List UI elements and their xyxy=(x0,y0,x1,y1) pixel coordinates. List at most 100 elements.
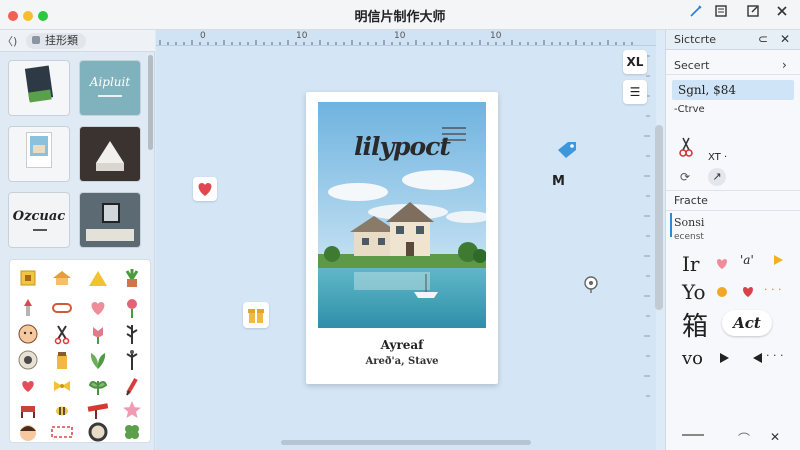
sticker-heart-icon[interactable] xyxy=(86,296,110,320)
dot-icon[interactable] xyxy=(716,286,728,301)
sticker-branch-icon[interactable] xyxy=(120,322,144,346)
font-sample-act[interactable]: Act xyxy=(722,310,772,336)
sticker-triangle-icon[interactable] xyxy=(86,266,110,290)
heart-filled-icon[interactable] xyxy=(740,284,756,301)
play-black-icon[interactable] xyxy=(718,352,730,367)
sticker-bee-icon[interactable] xyxy=(50,398,74,422)
back-button[interactable]: 〈) xyxy=(2,33,17,49)
font-sample-3[interactable]: 箱 xyxy=(682,306,708,343)
sticker-leaves-icon[interactable] xyxy=(86,348,110,372)
sticker-pencil-icon[interactable] xyxy=(120,374,144,398)
more-dots-icon[interactable]: · · · xyxy=(766,350,783,361)
thumb-line xyxy=(98,95,122,97)
tag-sticker[interactable] xyxy=(554,140,578,160)
tool-label: XT · xyxy=(708,152,728,163)
sticker-jar-icon[interactable] xyxy=(50,348,74,372)
sticker-pin-icon[interactable] xyxy=(16,296,40,320)
sticker-house-icon[interactable] xyxy=(50,266,74,290)
sticker-chair-icon[interactable] xyxy=(16,398,40,422)
sticker-button-icon[interactable] xyxy=(16,348,40,372)
font-sample-1[interactable]: Ir xyxy=(682,252,699,276)
template-thumb-4[interactable] xyxy=(80,127,140,181)
sticker-small-heart-icon[interactable] xyxy=(16,374,40,398)
cursor-tool-icon[interactable]: ↗ xyxy=(708,168,726,186)
thumb-card xyxy=(27,133,51,167)
sticker-star-icon[interactable] xyxy=(120,398,144,422)
sticker-dashed-frame-icon[interactable] xyxy=(50,420,74,444)
sticker-flower-icon[interactable] xyxy=(120,296,144,320)
edit-icon[interactable] xyxy=(743,4,763,24)
sticker-tulip-icon[interactable] xyxy=(86,322,110,346)
sticker-clover-icon[interactable] xyxy=(120,420,144,444)
postcard-script-title[interactable]: lilypoct xyxy=(354,132,451,161)
sticker-scissors-icon[interactable] xyxy=(50,322,74,346)
font-sample-2[interactable]: Yo xyxy=(682,280,706,304)
sticker-stamp-icon[interactable] xyxy=(16,266,40,290)
ruler-label: 10 xyxy=(394,31,406,41)
rewind-icon[interactable] xyxy=(752,352,764,367)
sticker-circle-icon[interactable] xyxy=(86,420,110,444)
section-select-label[interactable]: Secert xyxy=(674,59,709,72)
sticker-plant-icon[interactable] xyxy=(120,266,144,290)
brush-icon[interactable]: ⌒ xyxy=(738,430,750,447)
right-panel-title: Sictcrte xyxy=(674,33,717,46)
text-tool-button[interactable]: XL xyxy=(623,50,647,74)
play-icon[interactable] xyxy=(772,254,784,269)
sticker-face-icon[interactable] xyxy=(16,322,40,346)
close-icon[interactable] xyxy=(772,4,792,24)
bottom-tool-line[interactable] xyxy=(682,434,704,436)
template-thumb-3[interactable] xyxy=(9,127,69,181)
font-sample-4[interactable]: vo xyxy=(682,348,703,369)
sticker-leaf-pair-icon[interactable] xyxy=(86,374,110,398)
postcard-photo[interactable]: lilypoct xyxy=(318,102,486,328)
active-indicator xyxy=(670,213,672,237)
canvas-area[interactable]: 0 10 10 10 lilypoct Ayreaf Areð'a, Stave… xyxy=(156,30,656,450)
ruler-label: 10 xyxy=(490,31,502,41)
more-icon[interactable]: · · · xyxy=(764,284,781,295)
tab-label: 挂形類 xyxy=(45,34,78,47)
template-thumb-5[interactable]: Ozcuac xyxy=(9,193,69,247)
font-size-sublabel: ecenst xyxy=(674,232,704,242)
location-pin-icon[interactable] xyxy=(583,276,599,294)
thumb-paper xyxy=(96,163,124,171)
font-size-label[interactable]: Sonsi xyxy=(674,216,704,229)
sticker-paperclip-icon[interactable] xyxy=(50,296,74,320)
postcard-subtitle[interactable]: Areð'a, Stave xyxy=(306,356,498,367)
floating-label[interactable]: M xyxy=(552,174,565,189)
sticker-bow-icon[interactable] xyxy=(50,374,74,398)
link-icon[interactable]: ⟳ xyxy=(680,170,690,184)
scissors-tool-icon[interactable] xyxy=(678,136,694,162)
pen-icon[interactable] xyxy=(686,4,706,24)
close-panel-icon[interactable]: ✕ xyxy=(780,32,790,46)
right-panel: Sictcrte ⊂ ✕ Secert › Sgnl, $84 -Ctrve X… xyxy=(665,30,800,450)
right-panel-header: Sictcrte ⊂ ✕ xyxy=(666,30,800,50)
selected-font-field[interactable]: Sgnl, $84 xyxy=(672,80,794,100)
left-tab-bar: 〈) 挂形類 xyxy=(0,30,155,52)
left-scrollbar[interactable] xyxy=(148,55,153,150)
gallery-icon[interactable] xyxy=(711,4,731,24)
heart-icon[interactable] xyxy=(714,256,730,273)
collapse-icon[interactable]: ⊂ xyxy=(758,32,768,46)
sticker-tag-icon[interactable] xyxy=(86,398,110,422)
postcard[interactable]: lilypoct Ayreaf Areð'a, Stave xyxy=(306,92,498,384)
template-thumb-6[interactable] xyxy=(80,193,140,247)
divider xyxy=(666,210,800,211)
heart-sticker[interactable] xyxy=(193,177,217,201)
title-bar: 明信片制作大师 xyxy=(0,0,800,30)
template-thumb-1[interactable] xyxy=(9,61,69,115)
sticker-sprig-icon[interactable] xyxy=(120,348,144,372)
option-label[interactable]: -Ctrve xyxy=(674,104,705,115)
align-tool-button[interactable]: ☰ xyxy=(623,80,647,104)
thumb-desk xyxy=(86,229,134,241)
postcard-title[interactable]: Ayreaf xyxy=(306,338,498,352)
close-small-icon[interactable]: ✕ xyxy=(770,430,780,444)
right-scrollbar[interactable] xyxy=(655,125,663,310)
tab-templates[interactable]: 挂形類 xyxy=(26,33,86,49)
template-thumb-2[interactable]: Aipluit xyxy=(80,61,140,115)
gift-sticker[interactable] xyxy=(243,302,269,328)
quote-icon[interactable]: 'a' xyxy=(740,254,754,266)
chevron-right-icon[interactable]: › xyxy=(782,58,787,72)
left-sidebar: 〈) 挂形類 Aipluit Ozcuac xyxy=(0,30,155,450)
horizontal-scrollbar[interactable] xyxy=(281,440,531,445)
sticker-girl-icon[interactable] xyxy=(16,420,40,444)
